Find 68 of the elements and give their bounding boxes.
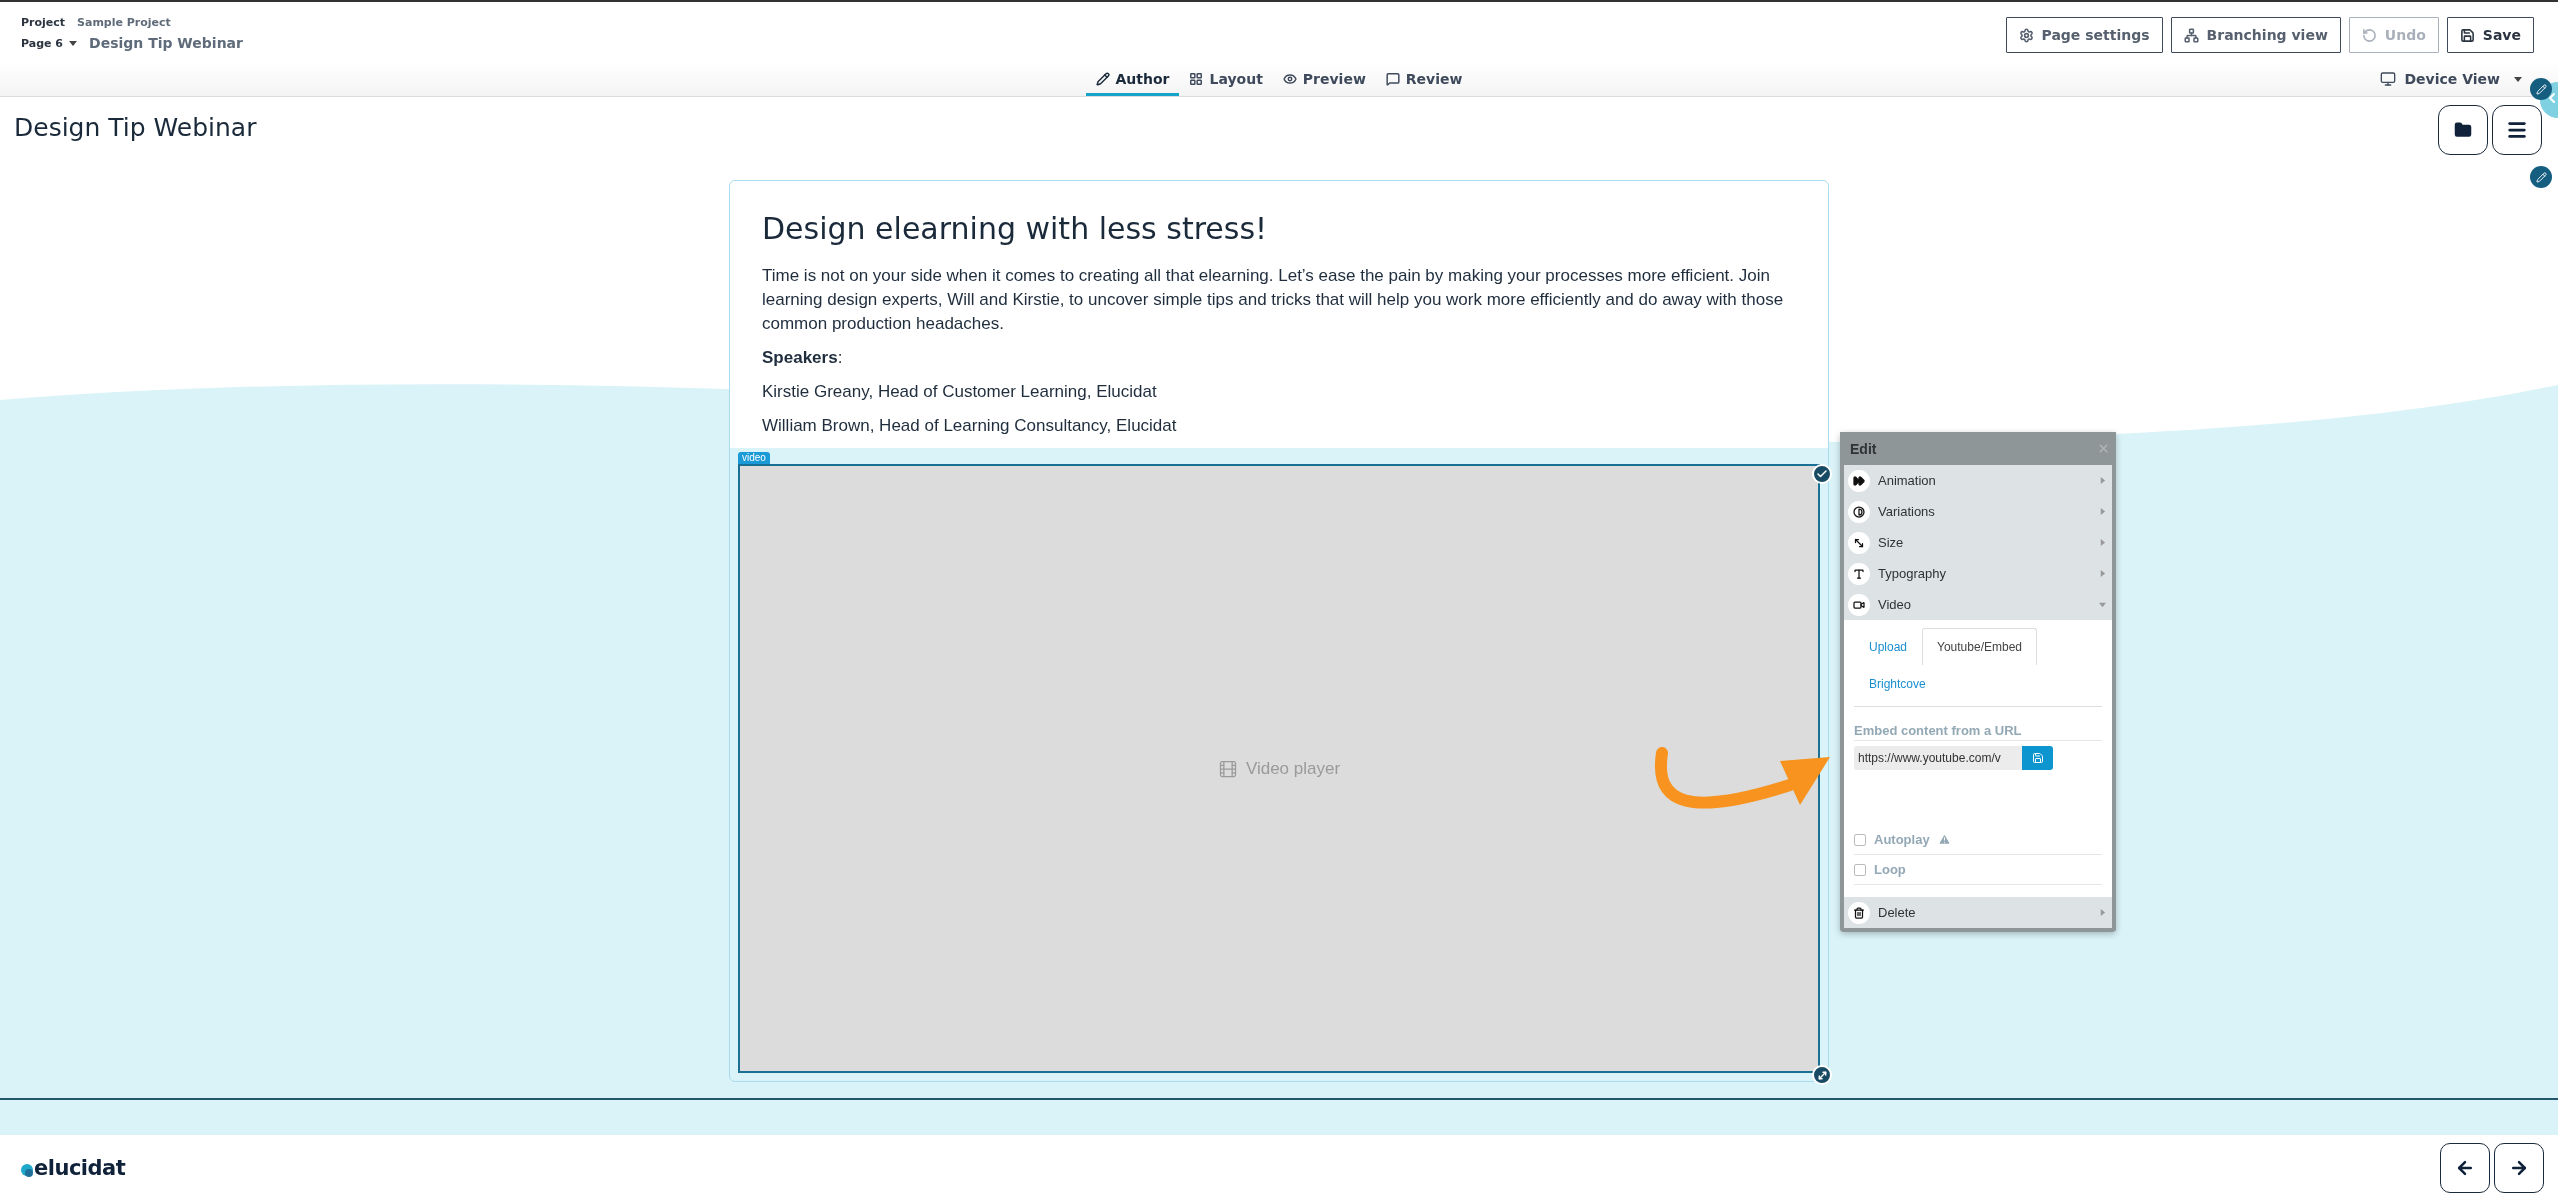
edit-button[interactable] (2530, 166, 2552, 188)
arrow-right-icon (2509, 1158, 2529, 1178)
paragraph: Kirstie Greany, Head of Customer Learning, Elucidat (762, 381, 1158, 403)
video-placeholder-label: Video player (1245, 758, 1341, 779)
paragraph: Time is not on your side when it comes to creating all that elearning. Let’s ease the pain by making your processes more efficient. Join learning design experts, Will and Kirstie, to uncover simple tips and tricks that will help you work more efficiently and do away with those common production headaches. (762, 265, 1785, 335)
save-icon (2459, 27, 2475, 43)
mode-tab[interactable]: Layout (1179, 62, 1273, 96)
resize-icon (1853, 536, 1865, 549)
panel-section[interactable]: Variations (1844, 496, 2112, 527)
project-label: Project (21, 16, 66, 29)
content-heading: Design elearning with less stress! (762, 211, 1269, 246)
source-tab[interactable]: Youtube/Embed (1922, 628, 2037, 665)
menu-icon (2506, 119, 2528, 141)
folder-icon (2454, 121, 2472, 139)
previous-button[interactable] (2440, 1143, 2490, 1193)
pencil-icon (2535, 171, 2547, 183)
video-camera-icon (1853, 598, 1865, 611)
half-circle-icon (1853, 505, 1865, 518)
undo-icon (2361, 27, 2377, 43)
pencil-icon (1095, 72, 1110, 86)
checkbox[interactable] (1854, 833, 1866, 846)
page-selector[interactable]: Page 6 (21, 36, 63, 50)
caret-icon (2099, 909, 2106, 916)
pencil-icon (2535, 83, 2547, 95)
panel-section[interactable]: Size (1844, 527, 2112, 558)
paragraph: William Brown, Head of Learning Consultancy, Elucidat (762, 415, 1178, 437)
settings-button[interactable]: Page settings (2005, 17, 2163, 53)
fast-forward-icon (1853, 474, 1865, 487)
settings-icon (2018, 27, 2034, 43)
next-button[interactable] (2494, 1143, 2544, 1193)
branching-button[interactable]: Branching view (2170, 17, 2341, 53)
eye-icon (1282, 72, 1297, 86)
caret-icon[interactable] (69, 40, 77, 46)
panel-title: Edit (1849, 440, 1877, 457)
save-button[interactable]: Save (2446, 17, 2534, 53)
save-url-button[interactable] (2022, 746, 2053, 770)
mode-tab[interactable]: Preview (1272, 62, 1376, 96)
warning-icon (1937, 833, 1951, 846)
caret-icon (2514, 76, 2522, 82)
grid-icon (1189, 72, 1204, 86)
device-view-dropdown[interactable]: Device View (2374, 70, 2528, 88)
url-input-field[interactable]: https://www.youtube.com/v (1854, 746, 2022, 770)
option-label: Loop (1874, 862, 1906, 877)
option-label: Autoplay (1874, 832, 1930, 847)
embed-label: Embed content from a URL (1854, 723, 2102, 741)
checkbox[interactable] (1854, 863, 1866, 876)
logo: elucidat (20, 1156, 126, 1180)
chat-icon (1385, 72, 1400, 86)
monitor-icon (2380, 71, 2397, 87)
film-icon (1217, 758, 1238, 779)
letter-icon (1853, 567, 1865, 580)
mode-tab[interactable]: Review (1375, 62, 1473, 96)
paragraph: Speakers: (762, 347, 844, 369)
trash-icon (1853, 906, 1865, 919)
logo-mark-icon (20, 1164, 34, 1180)
panel-section[interactable]: Typography (1844, 558, 2112, 589)
project-name: Sample Project (77, 16, 171, 29)
page-name: Design Tip Webinar (89, 35, 243, 51)
panel-section[interactable]: Animation (1844, 465, 2112, 496)
menu-button[interactable] (2492, 105, 2542, 155)
delete-row[interactable]: Delete (1844, 897, 2112, 928)
element-tag: video (738, 452, 770, 464)
sitemap-icon (2183, 27, 2199, 43)
folder-button[interactable] (2438, 105, 2488, 155)
page-title: Design Tip Webinar (14, 113, 257, 142)
mode-tab[interactable]: Author (1085, 62, 1180, 96)
save-icon (2031, 752, 2044, 764)
panel-section[interactable]: Video (1844, 589, 2112, 620)
